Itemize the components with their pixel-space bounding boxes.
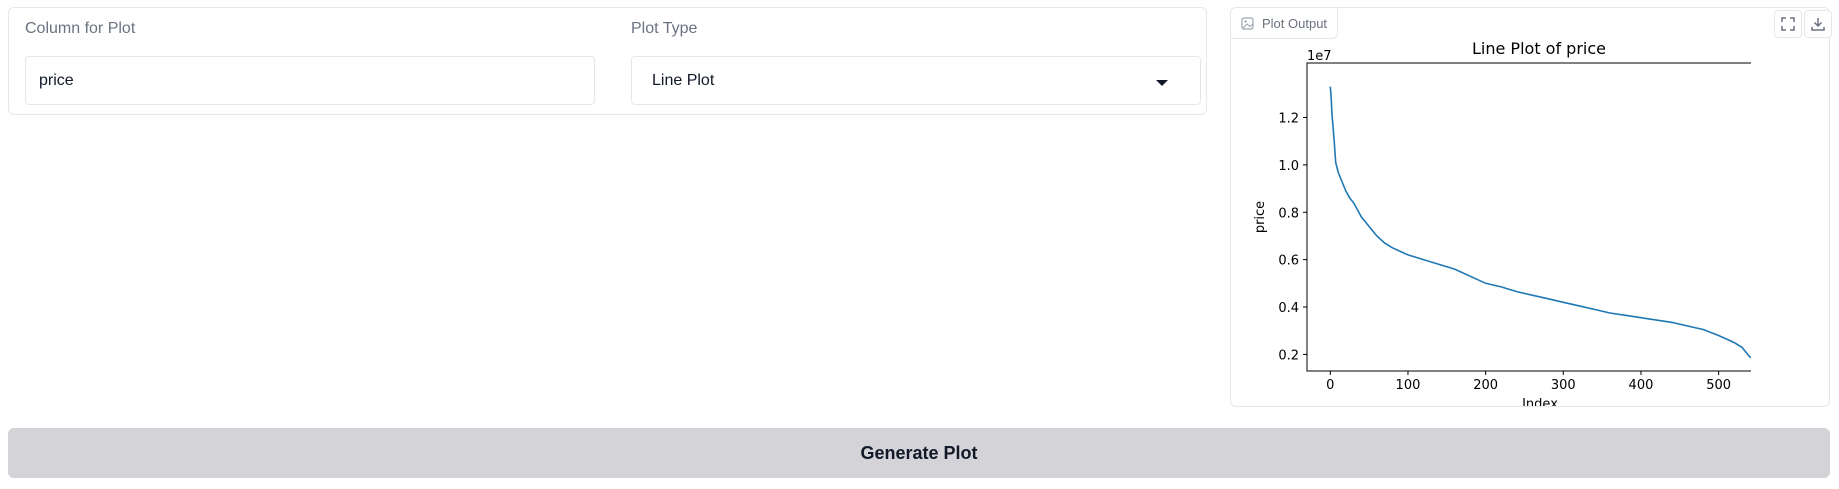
plot-output-tag: Plot Output [1231,8,1339,39]
column-input[interactable] [25,56,595,105]
y-tick-label: 1.0 [1278,159,1299,174]
x-tick-label: 100 [1396,378,1421,393]
x-tick-label: 200 [1473,378,1498,393]
x-tick-label: 400 [1629,378,1654,393]
line-chart: Line Plot of price 1e7 0 100 200 300 400 500 … [1253,39,1751,406]
y-tick-label: 1.2 [1278,111,1299,126]
fullscreen-button[interactable] [1774,10,1802,38]
y-tick-label: 0.8 [1278,206,1299,221]
download-icon [1811,17,1825,31]
y-tick-label: 0.4 [1278,301,1299,316]
y-offset-label: 1e7 [1307,49,1332,64]
input-panel: Column for Plot Plot Type Line Plot [8,7,1207,115]
x-axis-label: Index [1522,397,1558,406]
y-axis-label: price [1253,201,1268,233]
plot-type-value: Line Plot [652,72,715,89]
chart-title: Line Plot of price [1472,39,1606,58]
fullscreen-icon [1781,17,1795,31]
series-line-price [1329,86,1751,359]
plot-output-panel: Plot Output Line Plot of price 1e7 0 100 2… [1230,7,1832,407]
generate-plot-button[interactable]: Generate Plot [8,428,1830,478]
x-tick-label: 300 [1551,378,1576,393]
x-tick-label: 500 [1706,378,1731,393]
chevron-down-icon [1156,80,1168,86]
plot-output-label: Plot Output [1262,15,1328,31]
y-tick-label: 0.6 [1278,254,1299,269]
image-icon [1241,16,1254,30]
plot-type-dropdown[interactable]: Line Plot [631,56,1201,105]
y-tick-label: 0.2 [1278,348,1299,363]
x-tick-label: 0 [1326,378,1334,393]
column-label: Column for Plot [25,20,136,37]
plot-type-label: Plot Type [631,20,698,37]
download-button[interactable] [1804,10,1832,38]
